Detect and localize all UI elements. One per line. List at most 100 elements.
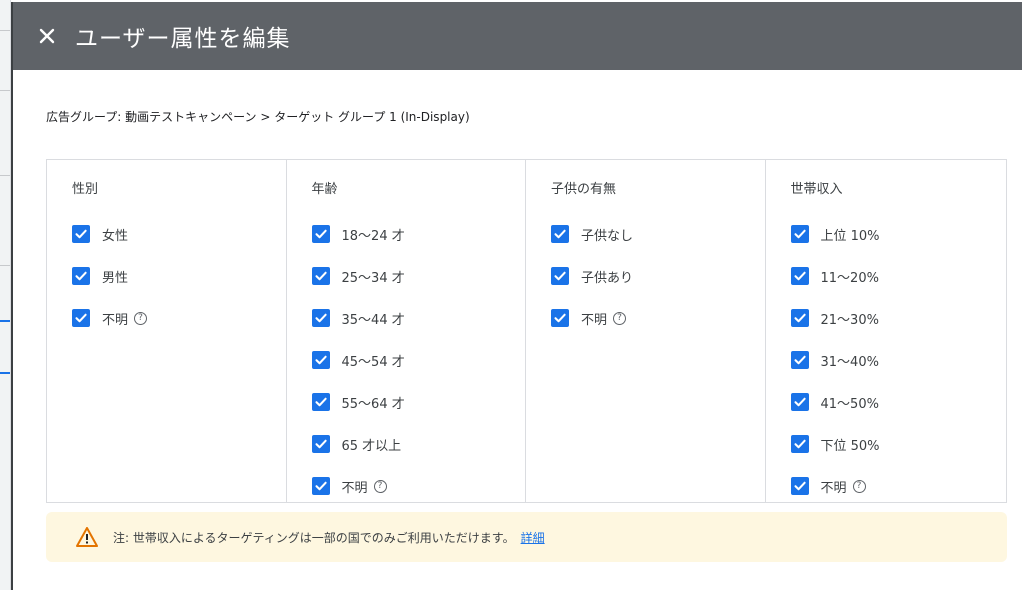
checkbox-option[interactable]: 不明? bbox=[551, 297, 765, 339]
checkbox-option[interactable]: 子供なし bbox=[551, 213, 765, 255]
background-page-strip bbox=[0, 0, 11, 590]
checkbox[interactable] bbox=[311, 477, 330, 495]
checkbox[interactable] bbox=[72, 309, 90, 327]
option-label: 子供なし bbox=[581, 228, 634, 244]
option-label: 男性 bbox=[102, 270, 129, 286]
option-label: 女性 bbox=[102, 228, 129, 244]
checkbox-option[interactable]: 不明? bbox=[72, 297, 286, 339]
checkmark-icon bbox=[314, 397, 327, 407]
checkbox-option[interactable]: 65 才以上 bbox=[311, 423, 526, 465]
checkmark-icon bbox=[793, 439, 806, 449]
option-label: 上位 10% bbox=[820, 228, 880, 244]
option-label: 41〜50% bbox=[820, 396, 879, 412]
checkbox-option[interactable]: 不明? bbox=[790, 465, 1007, 507]
option-label: 45〜54 才 bbox=[341, 354, 405, 370]
learn-more-link[interactable]: 詳細 bbox=[521, 529, 545, 546]
option-label: 65 才以上 bbox=[341, 438, 402, 454]
notice-banner: 注: 世帯収入によるターゲティングは一部の国でのみご利用いただけます。 詳細 bbox=[46, 512, 1007, 562]
checkbox-option[interactable]: 上位 10% bbox=[790, 213, 1007, 255]
checkmark-icon bbox=[314, 439, 327, 449]
column-title: 世帯収入 bbox=[790, 182, 843, 197]
column-household-income: 世帯収入上位 10% 11〜20% 21〜30% 31〜40% 41〜50% 下位 50%… bbox=[766, 160, 1007, 502]
checkmark-icon bbox=[314, 355, 327, 365]
option-label: 55〜64 才 bbox=[341, 396, 405, 412]
checkmark-icon bbox=[554, 313, 566, 323]
checkmark-icon bbox=[314, 481, 327, 491]
checkmark-icon bbox=[314, 313, 327, 323]
column-title: 年齢 bbox=[311, 182, 338, 197]
checkbox-option[interactable]: 11〜20% bbox=[790, 255, 1007, 297]
checkmark-icon bbox=[554, 271, 566, 281]
column-gender: 性別女性男性不明? bbox=[47, 160, 287, 502]
option-label: 21〜30% bbox=[820, 312, 879, 328]
checkmark-icon bbox=[75, 229, 87, 239]
checkmark-icon bbox=[793, 229, 806, 239]
checkbox[interactable] bbox=[790, 393, 809, 411]
column-age: 年齢 18〜24 才 25〜34 才 35〜44 才 45〜54 才 55〜64 才 65 … bbox=[287, 160, 526, 502]
checkbox[interactable] bbox=[311, 393, 330, 411]
checkbox[interactable] bbox=[311, 267, 330, 285]
option-list: 子供なし子供あり不明? bbox=[551, 213, 765, 339]
help-icon[interactable]: ? bbox=[373, 479, 387, 493]
checkbox[interactable] bbox=[311, 435, 330, 453]
warning-icon bbox=[76, 527, 98, 547]
checkbox-option[interactable]: 55〜64 才 bbox=[311, 381, 526, 423]
option-list: 女性男性不明? bbox=[72, 213, 286, 339]
option-list: 上位 10% 11〜20% 21〜30% 31〜40% 41〜50% 下位 50% 不明? bbox=[790, 213, 1007, 507]
checkbox[interactable] bbox=[311, 225, 330, 243]
help-icon[interactable]: ? bbox=[852, 479, 866, 493]
checkbox-option[interactable]: 41〜50% bbox=[790, 381, 1007, 423]
column-title: 性別 bbox=[72, 182, 99, 197]
checkbox-option[interactable]: 18〜24 才 bbox=[311, 213, 526, 255]
checkbox-option[interactable]: 25〜34 才 bbox=[311, 255, 526, 297]
checkbox[interactable] bbox=[551, 309, 569, 327]
checkmark-icon bbox=[793, 271, 806, 281]
option-label: 35〜44 才 bbox=[341, 312, 405, 328]
checkbox[interactable] bbox=[72, 267, 90, 285]
checkbox[interactable] bbox=[551, 267, 569, 285]
checkbox-option[interactable]: 31〜40% bbox=[790, 339, 1007, 381]
demographics-panel: 性別女性男性不明? 年齢 18〜24 才 25〜34 才 35〜44 才 45〜54 才 5… bbox=[46, 159, 1007, 503]
checkbox[interactable] bbox=[311, 351, 330, 369]
checkmark-icon bbox=[554, 229, 566, 239]
checkbox-option[interactable]: 45〜54 才 bbox=[311, 339, 526, 381]
checkbox-option[interactable]: 女性 bbox=[72, 213, 286, 255]
close-button[interactable] bbox=[27, 16, 67, 56]
option-label: 31〜40% bbox=[820, 354, 879, 370]
close-icon bbox=[39, 28, 55, 44]
help-icon[interactable]: ? bbox=[613, 311, 627, 325]
checkbox-option[interactable]: 21〜30% bbox=[790, 297, 1007, 339]
help-icon[interactable]: ? bbox=[134, 311, 148, 325]
checkbox[interactable] bbox=[790, 435, 809, 453]
option-label: 不明 bbox=[581, 312, 608, 328]
checkbox[interactable] bbox=[790, 309, 809, 327]
option-label: 下位 50% bbox=[820, 438, 880, 454]
option-list: 18〜24 才 25〜34 才 35〜44 才 45〜54 才 55〜64 才 65 才以… bbox=[311, 213, 526, 507]
checkbox[interactable] bbox=[790, 267, 809, 285]
checkbox[interactable] bbox=[790, 351, 809, 369]
checkmark-icon bbox=[793, 355, 806, 365]
breadcrumb: 広告グループ: 動画テストキャンペーン > ターゲット グループ 1 (In-D… bbox=[46, 110, 470, 124]
option-label: 不明 bbox=[341, 480, 368, 496]
option-label: 25〜34 才 bbox=[341, 270, 405, 286]
checkbox[interactable] bbox=[551, 225, 569, 243]
dialog-header: ユーザー属性を編集 bbox=[13, 2, 1022, 70]
option-label: 11〜20% bbox=[820, 270, 879, 286]
dialog-title: ユーザー属性を編集 bbox=[75, 26, 291, 52]
checkbox-option[interactable]: 男性 bbox=[72, 255, 286, 297]
checkbox-option[interactable]: 不明? bbox=[311, 465, 526, 507]
notice-text: 注: 世帯収入によるターゲティングは一部の国でのみご利用いただけます。 bbox=[113, 530, 515, 545]
checkbox-option[interactable]: 下位 50% bbox=[790, 423, 1007, 465]
option-label: 不明 bbox=[102, 312, 129, 328]
column-title: 子供の有無 bbox=[551, 182, 617, 197]
checkbox-option[interactable]: 35〜44 才 bbox=[311, 297, 526, 339]
checkbox-option[interactable]: 子供あり bbox=[551, 255, 765, 297]
checkbox[interactable] bbox=[790, 225, 809, 243]
checkbox[interactable] bbox=[72, 225, 90, 243]
checkmark-icon bbox=[793, 481, 806, 491]
option-label: 子供あり bbox=[581, 270, 634, 286]
checkbox[interactable] bbox=[311, 309, 330, 327]
checkbox[interactable] bbox=[790, 477, 809, 495]
checkmark-icon bbox=[793, 313, 806, 323]
option-label: 18〜24 才 bbox=[341, 228, 405, 244]
